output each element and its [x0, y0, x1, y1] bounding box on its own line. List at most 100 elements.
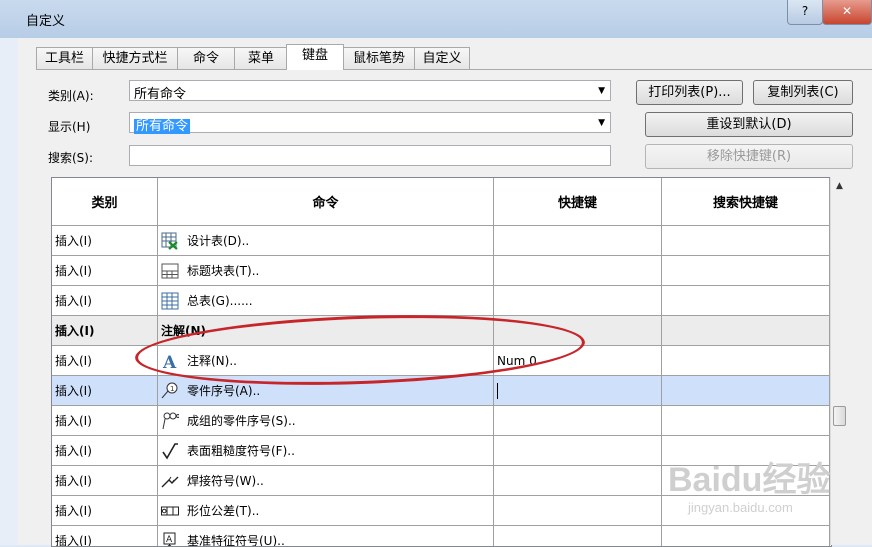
column-header-shortcut[interactable]: 快捷键: [494, 178, 662, 226]
cell-command: 成组的零件序号(S)..: [158, 406, 494, 436]
table-row[interactable]: 插入(I) 成组的零件序号(S)..: [52, 406, 829, 436]
dropdown-arrow-icon: ▼: [598, 86, 605, 96]
cell-category: 插入(I): [52, 226, 158, 256]
cell-search-shortcut: [662, 316, 830, 346]
column-header-category[interactable]: 类别: [52, 178, 158, 226]
cell-search-shortcut: [662, 286, 830, 316]
help-button[interactable]: ?: [787, 0, 823, 25]
print-list-button[interactable]: 打印列表(P)...: [636, 80, 743, 105]
tab-toolbars[interactable]: 工具栏: [36, 47, 93, 69]
watermark-logo: Baidu经验: [668, 452, 830, 501]
cell-shortcut[interactable]: [494, 376, 662, 406]
cell-search-shortcut: [662, 226, 830, 256]
command-label: 标题块表(T)..: [187, 262, 259, 279]
tab-menus[interactable]: 菜单: [234, 47, 288, 69]
cell-command: 焊接符号(W)..: [158, 466, 494, 496]
text-cursor: [497, 383, 498, 399]
cell-category: 插入(I): [52, 496, 158, 526]
watermark-url: jingyan.baidu.com: [688, 500, 793, 515]
cell-command: 1 零件序号(A)..: [158, 376, 494, 406]
tab-commands[interactable]: 命令: [177, 47, 235, 69]
tab-customize[interactable]: 自定义: [414, 47, 470, 69]
cell-shortcut[interactable]: [494, 256, 662, 286]
reset-to-default-button[interactable]: 重设到默认(D): [645, 112, 853, 137]
stacked-balloon-icon: [161, 412, 179, 430]
search-label: 搜索(S):: [48, 149, 93, 166]
svg-text:A: A: [166, 535, 173, 545]
svg-text:1: 1: [170, 385, 174, 393]
cell-search-shortcut: [662, 256, 830, 286]
remove-shortcut-button: 移除快捷键(R): [645, 144, 853, 169]
tab-shortcut-bars[interactable]: 快捷方式栏: [92, 47, 178, 69]
cell-shortcut[interactable]: [494, 286, 662, 316]
vertical-scrollbar[interactable]: ▲: [830, 177, 848, 545]
cell-category: 插入(I): [52, 256, 158, 286]
command-label: 注释(N)..: [187, 352, 237, 369]
cell-category: 插入(I): [52, 406, 158, 436]
cell-search-shortcut: [662, 376, 830, 406]
display-dropdown[interactable]: 所有命令 ▼: [129, 112, 611, 133]
tab-divider: [36, 69, 872, 70]
cell-shortcut[interactable]: [494, 436, 662, 466]
scrollbar-thumb[interactable]: [833, 406, 846, 426]
tab-mouse-gestures[interactable]: 鼠标笔势: [343, 47, 415, 69]
window-title: 自定义: [26, 10, 65, 29]
cell-category: 插入(I): [52, 466, 158, 496]
cell-command: 形位公差(T)..: [158, 496, 494, 526]
cell-shortcut[interactable]: Num 0: [494, 346, 662, 376]
table-row[interactable]: 插入(I)总表(G)......: [52, 286, 829, 316]
table-row[interactable]: 插入(I) 标题块表(T)..: [52, 256, 829, 286]
cell-search-shortcut: [662, 406, 830, 436]
cell-command: A基准特征符号(U)..: [158, 526, 494, 547]
cell-command: 设计表(D)..: [158, 226, 494, 256]
search-input[interactable]: [129, 145, 611, 166]
command-label: 形位公差(T)..: [187, 502, 259, 519]
table-row[interactable]: 插入(I)设计表(D)..: [52, 226, 829, 256]
table-group-row[interactable]: 插入(I)注解(N): [52, 316, 829, 346]
command-label: 成组的零件序号(S)..: [187, 412, 296, 429]
category-dropdown[interactable]: 所有命令 ▼: [129, 80, 611, 101]
cell-shortcut[interactable]: [494, 406, 662, 436]
cell-search-shortcut: [662, 526, 830, 547]
cell-command: 表面粗糙度符号(F)..: [158, 436, 494, 466]
cell-category: 插入(I): [52, 436, 158, 466]
cell-shortcut[interactable]: [494, 526, 662, 547]
cell-shortcut[interactable]: [494, 466, 662, 496]
design-table-icon: [161, 232, 179, 250]
cell-command: 标题块表(T)..: [158, 256, 494, 286]
command-label: 零件序号(A)..: [187, 382, 260, 399]
command-label: 表面粗糙度符号(F)..: [187, 442, 295, 459]
column-header-search-shortcut[interactable]: 搜索快捷键: [662, 178, 830, 226]
cell-search-shortcut: [662, 346, 830, 376]
table-row[interactable]: 插入(I)A基准特征符号(U)..: [52, 526, 829, 547]
title-bar: 自定义 ? ✕: [0, 0, 872, 38]
copy-list-button[interactable]: 复制列表(C): [753, 80, 853, 105]
balloon-icon: 1: [161, 382, 179, 400]
background-window-edge: [0, 38, 19, 545]
scroll-up-arrow-icon[interactable]: ▲: [831, 181, 848, 191]
cell-category: 插入(I): [52, 316, 158, 346]
display-value: 所有命令: [134, 119, 190, 134]
cell-category: 插入(I): [52, 376, 158, 406]
note-icon: A: [161, 352, 179, 370]
cell-shortcut[interactable]: [494, 226, 662, 256]
cell-command: 总表(G)......: [158, 286, 494, 316]
cell-shortcut[interactable]: [494, 496, 662, 526]
command-label: 注解(N): [161, 322, 206, 339]
command-label: 焊接符号(W)..: [187, 472, 264, 489]
cell-category: 插入(I): [52, 286, 158, 316]
table-row[interactable]: 插入(I) 1 零件序号(A)..: [52, 376, 829, 406]
cell-category: 插入(I): [52, 526, 158, 547]
geometric-tolerance-icon: [161, 502, 179, 520]
cell-category: 插入(I): [52, 346, 158, 376]
cell-command: 注解(N): [158, 316, 494, 346]
tab-keyboard[interactable]: 键盘: [286, 44, 344, 70]
surface-finish-icon: [161, 442, 179, 460]
cell-shortcut[interactable]: [494, 316, 662, 346]
table-row[interactable]: 插入(I)A 注释(N).. Num 0: [52, 346, 829, 376]
category-label: 类别(A):: [48, 87, 94, 104]
general-table-icon: [161, 292, 179, 310]
dropdown-arrow-icon: ▼: [598, 118, 605, 128]
column-header-command[interactable]: 命令: [158, 178, 494, 226]
close-button[interactable]: ✕: [822, 0, 872, 25]
